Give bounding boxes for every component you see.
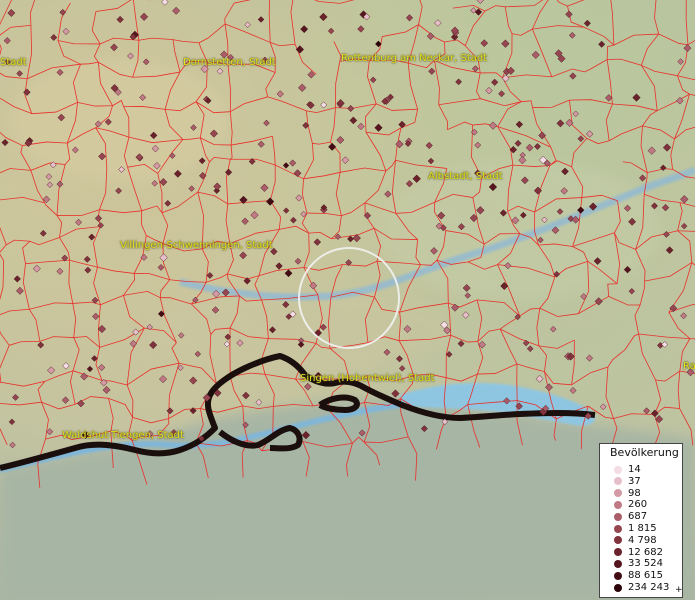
place-label-ra[interactable]: Ra [683, 361, 695, 372]
legend-label: 37 [628, 475, 641, 487]
legend-item: 260 [614, 499, 647, 510]
legend-item: 12 682 [614, 547, 663, 558]
map-view[interactable]: Stadt Dornstetten, Stadt Rottenburg am N… [0, 0, 695, 600]
legend-label: 12 682 [628, 546, 663, 558]
legend-label: 1 815 [628, 523, 657, 534]
legend-swatch [614, 524, 622, 533]
legend-swatch [614, 548, 622, 557]
legend-label: 234 243 [628, 582, 670, 593]
legend-item: 4 798 [614, 535, 657, 546]
legend-label: 4 798 [628, 534, 657, 546]
place-label-villingen-schwenningen[interactable]: Villingen-Schwenningen, Stadt [120, 240, 273, 251]
legend-item: 14 [614, 464, 641, 475]
legend-swatch [614, 477, 622, 486]
legend-item: 234 243 [614, 582, 669, 593]
legend-swatch [614, 559, 622, 568]
legend-label: 88 615 [628, 570, 663, 582]
place-label-albstadt[interactable]: Albstadt, Stadt [428, 171, 503, 182]
legend-swatch [614, 465, 622, 474]
legend-title: Bevölkerung [610, 446, 679, 459]
legend-item: 33 524 [614, 558, 663, 569]
legend-label: 14 [628, 464, 641, 475]
legend-swatch [614, 500, 622, 509]
legend-item: 88 615 [614, 570, 663, 581]
place-label-stadt-west[interactable]: Stadt [0, 57, 27, 68]
legend-label: 260 [628, 499, 648, 511]
selection-circle[interactable] [298, 247, 400, 349]
legend-plus-sign: + [675, 585, 683, 595]
legend-swatch [614, 583, 622, 592]
legend-label: 98 [628, 487, 641, 499]
legend-swatch [614, 512, 622, 521]
legend-item: 1 815 [614, 523, 657, 534]
legend-item: 98 [614, 488, 641, 499]
legend-item: 37 [614, 476, 641, 487]
selection-overlay [298, 247, 400, 349]
place-label-waldshut-tiengen[interactable]: Waldshut-Tiengen, Stadt [62, 430, 184, 441]
legend-swatch [614, 571, 622, 580]
place-label-singen[interactable]: Singen (Hohentwiel), Stadt [300, 373, 435, 384]
legend-swatch [614, 489, 622, 498]
legend-label: 33 524 [628, 558, 663, 570]
place-label-rottenburg[interactable]: Rottenburg am Neckar, Stadt [341, 53, 487, 64]
place-label-dornstetten[interactable]: Dornstetten, Stadt [183, 57, 276, 68]
legend-label: 687 [628, 511, 648, 523]
population-legend: Bevölkerung 14 37 98 260 687 1 815 4 798 12 682… [599, 443, 683, 598]
legend-item: 687 [614, 511, 647, 522]
legend-swatch [614, 536, 622, 545]
